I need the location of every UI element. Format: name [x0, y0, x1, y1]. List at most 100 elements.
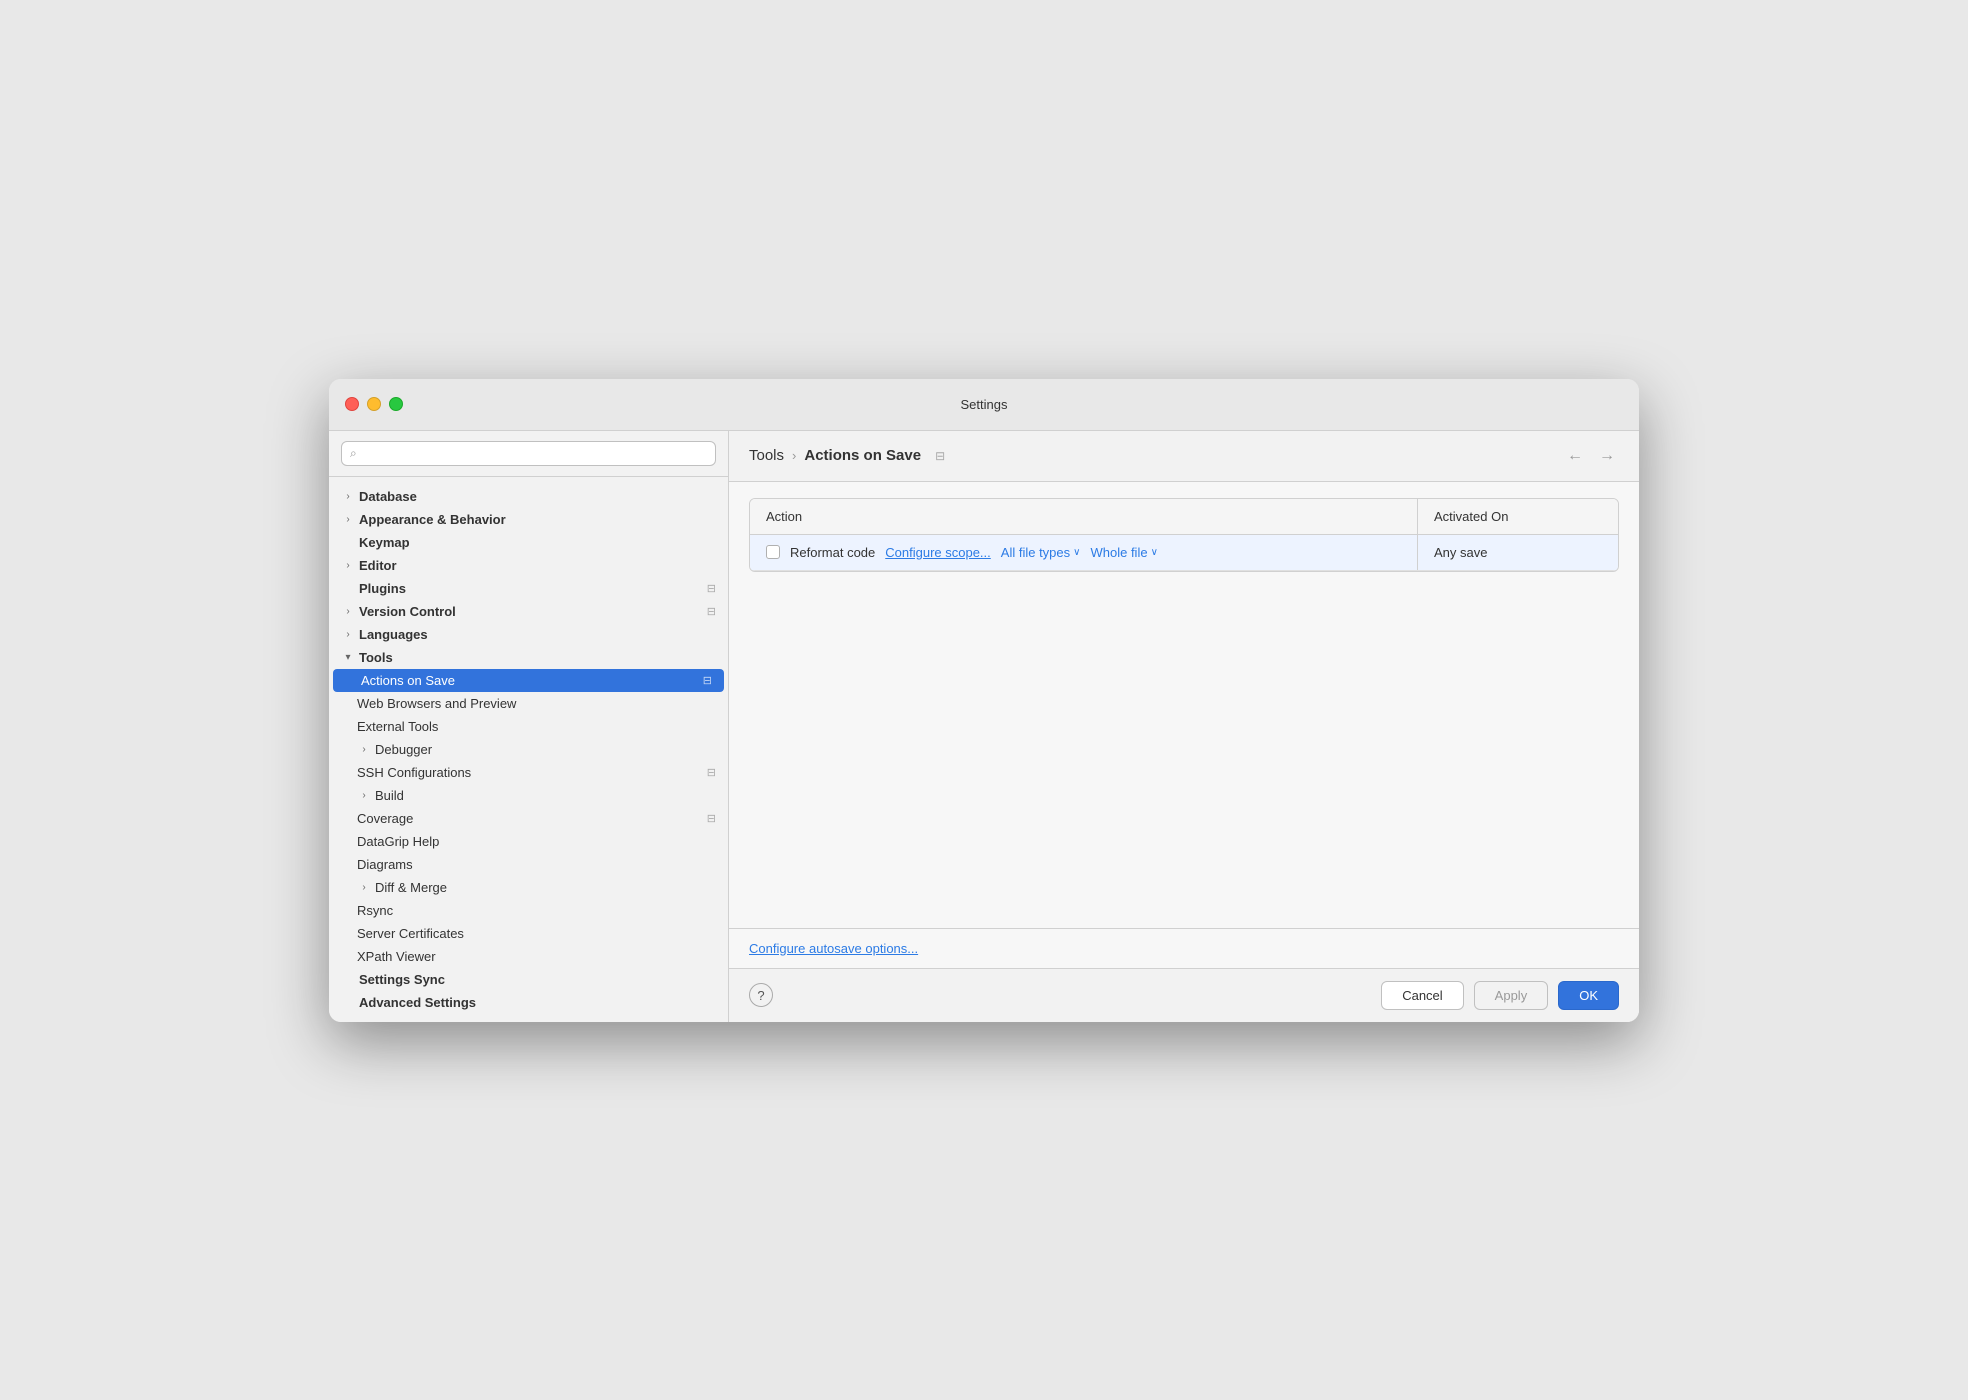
configure-scope-link[interactable]: Configure scope... — [885, 545, 991, 560]
sidebar-item-settings-sync[interactable]: Settings Sync — [329, 968, 728, 991]
sidebar-item-debugger[interactable]: › Debugger — [329, 738, 728, 761]
right-panel: Tools › Actions on Save ⊟ ← → Action — [729, 431, 1639, 1022]
reformat-code-checkbox[interactable] — [766, 545, 780, 559]
main-content: ⌕ ›Database›Appearance & BehaviorKeymap›… — [329, 431, 1639, 1022]
sidebar-item-web-browsers-preview[interactable]: Web Browsers and Preview — [329, 692, 728, 715]
editor-chevron-icon: › — [341, 558, 355, 572]
sidebar-item-label-languages: Languages — [359, 627, 716, 642]
search-input-wrapper[interactable]: ⌕ — [341, 441, 716, 466]
sidebar-item-server-certificates[interactable]: Server Certificates — [329, 922, 728, 945]
sidebar-item-languages[interactable]: ›Languages — [329, 623, 728, 646]
sidebar-item-version-control[interactable]: › Version Control ⊟ — [329, 600, 728, 623]
sidebar-item-label-xpath-viewer: XPath Viewer — [357, 949, 716, 964]
table-area: Action Activated On Reformat code Config… — [729, 482, 1639, 928]
minimize-button[interactable] — [367, 397, 381, 411]
footer: ? Cancel Apply OK — [729, 968, 1639, 1022]
column-header-action: Action — [750, 499, 1418, 534]
search-input[interactable] — [363, 446, 707, 461]
maximize-button[interactable] — [389, 397, 403, 411]
sidebar-item-label-advanced-settings: Advanced Settings — [359, 995, 716, 1010]
nav-back-arrow[interactable]: ← — [1563, 445, 1587, 467]
breadcrumb-separator: › — [792, 448, 796, 463]
sidebar-item-xpath-viewer[interactable]: XPath Viewer — [329, 945, 728, 968]
action-label-reformat: Reformat code — [790, 545, 875, 560]
sidebar-item-label-debugger: Debugger — [375, 742, 716, 757]
sidebar-item-label-editor: Editor — [359, 558, 716, 573]
plugins-config-icon: ⊟ — [707, 582, 716, 595]
whole-file-dropdown[interactable]: Whole file ∨ — [1090, 545, 1157, 560]
sidebar-item-ssh-configurations[interactable]: SSH Configurations ⊟ — [329, 761, 728, 784]
sidebar-item-editor[interactable]: › Editor — [329, 554, 728, 577]
bottom-link-area: Configure autosave options... — [729, 928, 1639, 968]
cancel-button[interactable]: Cancel — [1381, 981, 1463, 1010]
sidebar-item-label-diagrams: Diagrams — [357, 857, 716, 872]
search-box: ⌕ — [329, 431, 728, 477]
panel-header: Tools › Actions on Save ⊟ ← → — [729, 431, 1639, 482]
activated-on-value: Any save — [1434, 545, 1487, 560]
sidebar-item-actions-on-save[interactable]: Actions on Save ⊟ — [333, 669, 724, 692]
sidebar-item-label-database: Database — [359, 489, 716, 504]
file-types-chevron-icon: ∨ — [1073, 547, 1080, 558]
help-button[interactable]: ? — [749, 983, 773, 1007]
apply-button[interactable]: Apply — [1474, 981, 1549, 1010]
sidebar-item-advanced-settings[interactable]: Advanced Settings — [329, 991, 728, 1014]
version-control-config-icon: ⊟ — [707, 605, 716, 618]
nav-forward-arrow[interactable]: → — [1595, 445, 1619, 467]
sidebar-tree: ›Database›Appearance & BehaviorKeymap›Ed… — [329, 477, 728, 1022]
sidebar-item-diff-merge[interactable]: ›Diff & Merge — [329, 876, 728, 899]
panel-config-icon[interactable]: ⊟ — [935, 449, 945, 463]
sidebar-item-label-coverage: Coverage — [357, 811, 703, 826]
sidebar-item-label-datagrip-help: DataGrip Help — [357, 834, 716, 849]
ssh-configurations-config-icon: ⊟ — [707, 766, 716, 779]
whole-file-chevron-icon: ∨ — [1151, 547, 1158, 558]
search-icon: ⌕ — [350, 446, 357, 461]
sidebar-item-label-actions-on-save: Actions on Save — [361, 673, 699, 688]
sidebar: ⌕ ›Database›Appearance & BehaviorKeymap›… — [329, 431, 729, 1022]
debugger-chevron-icon: › — [357, 742, 371, 756]
database-chevron-icon: › — [341, 489, 355, 503]
footer-right: Cancel Apply OK — [1381, 981, 1619, 1010]
sidebar-item-diagrams[interactable]: Diagrams — [329, 853, 728, 876]
table-cell-activated-on: Any save — [1418, 535, 1618, 570]
nav-arrows: ← → — [1563, 445, 1619, 467]
sidebar-item-label-ssh-configurations: SSH Configurations — [357, 765, 703, 780]
sidebar-item-appearance-behavior[interactable]: ›Appearance & Behavior — [329, 508, 728, 531]
sidebar-item-label-build: Build — [375, 788, 716, 803]
sidebar-item-database[interactable]: › Database — [329, 485, 728, 508]
breadcrumb: Tools › Actions on Save ⊟ — [749, 447, 945, 464]
sidebar-item-label-server-certificates: Server Certificates — [357, 926, 716, 941]
breadcrumb-parent[interactable]: Tools — [749, 447, 784, 464]
table-header: Action Activated On — [750, 499, 1618, 535]
version-control-chevron-icon: › — [341, 604, 355, 618]
sidebar-item-label-web-browsers-preview: Web Browsers and Preview — [357, 696, 716, 711]
sidebar-item-label-settings-sync: Settings Sync — [359, 972, 716, 987]
sidebar-item-tools[interactable]: ▾Tools — [329, 646, 728, 669]
tools-chevron-icon: ▾ — [341, 650, 355, 664]
sidebar-item-keymap[interactable]: Keymap — [329, 531, 728, 554]
diff-merge-chevron-icon: › — [357, 880, 371, 894]
configure-autosave-link[interactable]: Configure autosave options... — [749, 941, 918, 956]
titlebar: Settings — [329, 379, 1639, 431]
sidebar-item-label-plugins: Plugins — [359, 581, 703, 596]
ok-button[interactable]: OK — [1558, 981, 1619, 1010]
sidebar-item-plugins[interactable]: Plugins ⊟ — [329, 577, 728, 600]
sidebar-item-coverage[interactable]: Coverage⊟ — [329, 807, 728, 830]
sidebar-item-label-external-tools: External Tools — [357, 719, 716, 734]
sidebar-item-label-keymap: Keymap — [359, 535, 716, 550]
close-button[interactable] — [345, 397, 359, 411]
sidebar-item-label-version-control: Version Control — [359, 604, 703, 619]
table-cell-action: Reformat code Configure scope... All fil… — [750, 535, 1418, 570]
column-header-activated-on: Activated On — [1418, 499, 1618, 534]
sidebar-item-label-rsync: Rsync — [357, 903, 716, 918]
sidebar-item-label-appearance-behavior: Appearance & Behavior — [359, 512, 716, 527]
window-title: Settings — [961, 397, 1008, 412]
file-types-dropdown[interactable]: All file types ∨ — [1001, 545, 1081, 560]
sidebar-item-datagrip-help[interactable]: DataGrip Help — [329, 830, 728, 853]
footer-left: ? — [749, 983, 773, 1007]
actions-on-save-config-icon: ⊟ — [703, 674, 712, 687]
traffic-lights — [345, 397, 403, 411]
sidebar-item-rsync[interactable]: Rsync — [329, 899, 728, 922]
sidebar-item-build[interactable]: ›Build — [329, 784, 728, 807]
table-container: Action Activated On Reformat code Config… — [749, 498, 1619, 572]
sidebar-item-external-tools[interactable]: External Tools — [329, 715, 728, 738]
